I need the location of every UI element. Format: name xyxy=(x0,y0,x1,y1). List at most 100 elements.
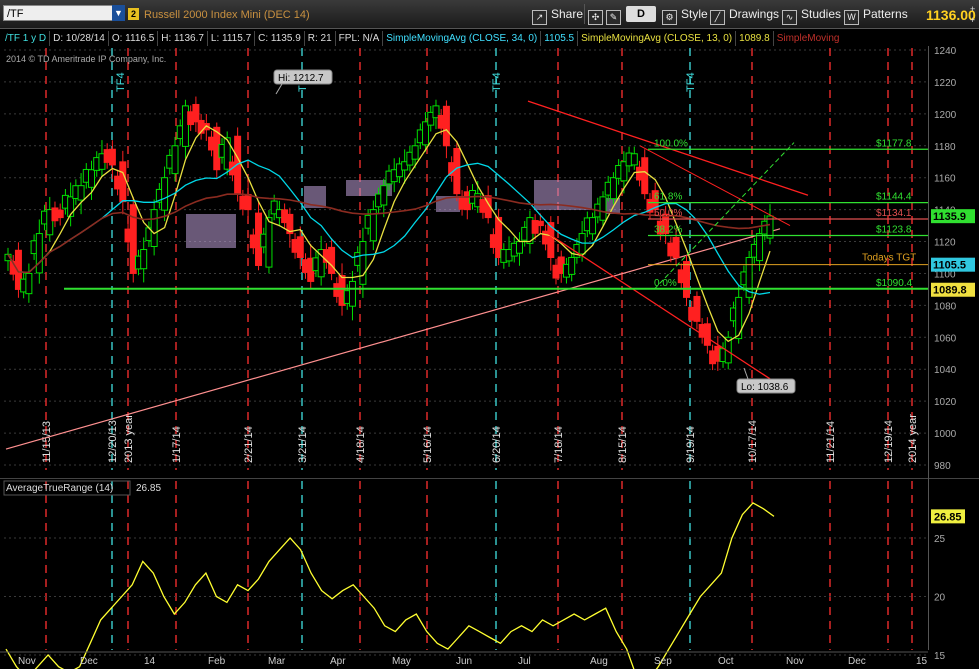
candle-body xyxy=(25,272,33,295)
patterns-menu-button[interactable]: W Patterns xyxy=(844,6,908,25)
price-axis-tick: 1240 xyxy=(934,46,957,57)
event-date-label: 10/17/14 xyxy=(747,420,759,463)
candle-body xyxy=(756,233,764,262)
candle-body xyxy=(359,241,367,285)
price-axis-tick: 1060 xyxy=(934,333,957,344)
candle-body xyxy=(140,249,148,270)
event-date-label: 6/20/14 xyxy=(491,426,503,463)
price-axis-tick: 1120 xyxy=(934,238,956,249)
contract-roll-label: TF4 xyxy=(115,72,127,92)
studies-icon: ∿ xyxy=(782,10,797,25)
candle-body xyxy=(77,185,85,201)
fib-price-label: $1144.4 xyxy=(876,192,912,203)
fib-percent-label: 0.0% xyxy=(654,278,677,289)
x-axis-month: Aug xyxy=(590,656,608,667)
patterns-icon: W xyxy=(844,10,859,25)
sma13-price-badge: 1089.8 xyxy=(933,285,967,297)
x-axis-month: Mar xyxy=(268,656,286,667)
x-axis-month: Dec xyxy=(80,656,98,667)
drawings-icon: ╱ xyxy=(710,10,725,25)
patterns-label: Patterns xyxy=(863,7,908,21)
x-axis-month: Apr xyxy=(330,656,346,667)
axis-divider xyxy=(928,46,929,650)
fib-percent-label: 50.0% xyxy=(654,208,682,219)
x-axis-month: 14 xyxy=(144,656,156,667)
candle-body xyxy=(703,323,711,346)
candle-body xyxy=(380,185,388,206)
change-sign-secondary: + xyxy=(970,15,976,25)
candle-body xyxy=(348,280,356,307)
drawing-set-button[interactable]: D xyxy=(626,6,656,22)
candle-body xyxy=(171,145,179,175)
event-date-label: 3/21/14 xyxy=(297,426,309,463)
candle-body xyxy=(568,257,576,275)
price-axis-tick: 1160 xyxy=(934,174,956,185)
candle-body xyxy=(35,233,43,274)
studies-label: Studies xyxy=(801,7,842,21)
price-chart[interactable]: 1240122012001180116011401120110010801060… xyxy=(0,28,979,669)
share-label: Share xyxy=(551,7,584,21)
panel-divider xyxy=(0,478,979,479)
candle-body xyxy=(244,193,252,211)
share-button[interactable]: ↗ Share xyxy=(532,6,584,25)
candle-body xyxy=(442,105,450,147)
atr-line xyxy=(5,502,775,669)
atr-badge: 26.85 xyxy=(934,511,962,523)
fib-percent-label: 61.8% xyxy=(654,192,682,203)
candle-body xyxy=(119,161,127,203)
atr-axis-tick: 25 xyxy=(934,534,946,545)
consolidation-box xyxy=(186,214,236,248)
event-date-label: 5/16/14 xyxy=(422,426,434,463)
x-axis-month: Sep xyxy=(654,656,672,667)
atr-axis-tick: 15 xyxy=(934,651,946,662)
sma34-price-badge: 1105.5 xyxy=(933,260,966,272)
candle-body xyxy=(411,145,419,160)
x-axis-month: Jun xyxy=(456,656,472,667)
todays-target-label: Todays TGT xyxy=(862,253,916,264)
candle-body xyxy=(599,196,607,221)
candle-body xyxy=(328,246,336,274)
candle-body xyxy=(693,295,701,322)
event-date-label: 4/18/14 xyxy=(355,426,367,463)
event-date-label: 2013 year xyxy=(123,414,135,463)
event-date-label: 12/19/14 xyxy=(883,420,895,463)
x-axis-month: Nov xyxy=(786,656,804,667)
link-group-badge[interactable]: 2 xyxy=(128,8,139,20)
candle-body xyxy=(192,103,200,123)
price-axis-tick: 1000 xyxy=(934,429,957,440)
style-label: Style xyxy=(681,7,708,21)
x-axis-month: Nov xyxy=(18,656,36,667)
candle-body xyxy=(265,217,273,268)
x-axis-month: 15 xyxy=(916,656,928,667)
pencil-tool-button[interactable]: ✎ xyxy=(606,6,625,25)
studies-menu-button[interactable]: ∿ Studies xyxy=(782,6,842,25)
candle-body xyxy=(88,169,96,188)
price-axis-tick: 1220 xyxy=(934,78,957,89)
candle-body xyxy=(296,236,304,258)
price-axis-tick: 1180 xyxy=(934,142,956,153)
drawings-menu-button[interactable]: ╱ Drawings xyxy=(710,6,780,25)
price-axis-tick: 980 xyxy=(934,461,951,472)
drawings-label: Drawings xyxy=(729,7,780,21)
high-label: Hi: 1212.7 xyxy=(278,73,324,84)
toolbar-divider xyxy=(584,4,585,24)
fib-price-label: $1123.8 xyxy=(876,224,912,235)
current-price-badge: 1135.9 xyxy=(933,211,966,223)
share-icon: ↗ xyxy=(532,10,547,25)
fib-percent-label: 38.2% xyxy=(654,224,682,235)
event-date-label: 7/18/14 xyxy=(553,426,565,463)
event-date-label: 12/20/13 xyxy=(107,420,119,463)
price-axis-tick: 1020 xyxy=(934,397,957,408)
candle-body xyxy=(630,153,638,166)
event-date-label: 2/21/14 xyxy=(243,426,255,463)
atr-value: 26.85 xyxy=(136,483,161,494)
symbol-dropdown-icon[interactable]: ▼ xyxy=(112,5,125,21)
crosshair-tool-button[interactable]: ✣ xyxy=(588,6,607,25)
x-axis-month: Jul xyxy=(518,656,531,667)
candle-body xyxy=(161,177,169,211)
symbol-input[interactable]: /TF xyxy=(3,5,125,21)
price-axis-tick: 1080 xyxy=(934,301,957,312)
event-date-label: 9/19/14 xyxy=(685,426,697,463)
style-menu-button[interactable]: ⚙ Style xyxy=(662,6,708,25)
candle-body xyxy=(609,177,617,200)
